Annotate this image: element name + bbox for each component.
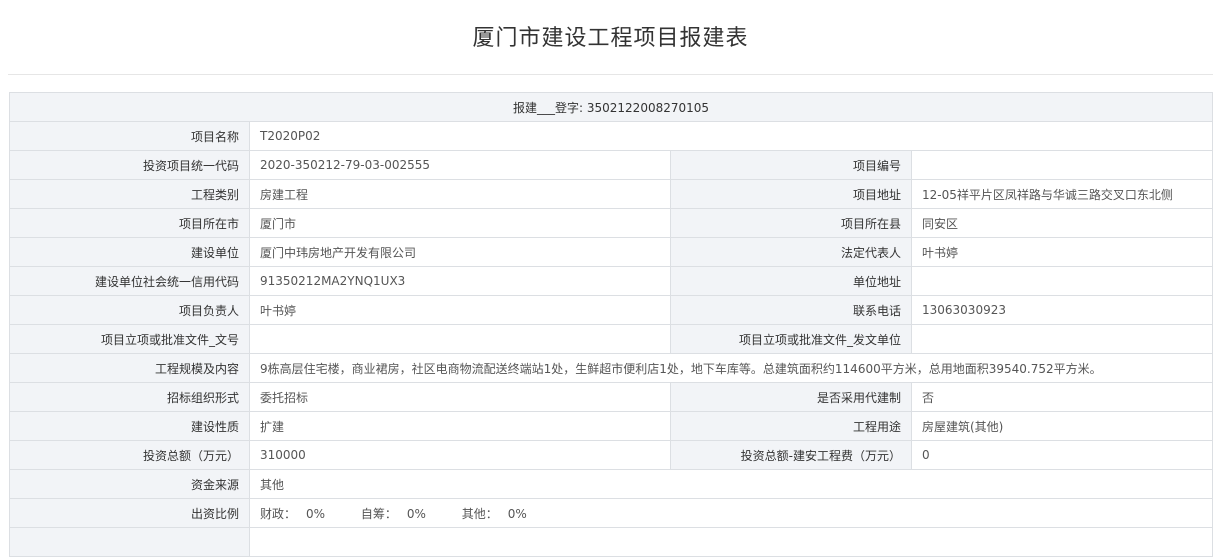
unit-address-label: 单位地址 — [670, 266, 912, 296]
credit-code-value: 91350212MA2YNQ1UX3 — [249, 266, 671, 296]
row-approval-doc: 项目立项或批准文件_文号 项目立项或批准文件_发文单位 — [9, 324, 1214, 354]
row-funding-ratio: 出资比例 财政： 0% 自筹： 0% 其他： 0% — [9, 498, 1214, 528]
row-partial — [9, 527, 1214, 557]
bidding-form-value: 委托招标 — [249, 382, 671, 412]
ratio-fiscal-value: 0% — [306, 506, 326, 521]
registration-form-table: 报建___登字: 3502122008270105 项目名称 T2020P02 … — [8, 92, 1214, 557]
engineering-use-value: 房屋建筑(其他) — [910, 411, 1214, 441]
scale-content-value: 9栋高层住宅楼，商业裙房，社区电商物流配送终端站1处，生鲜超市便利店1处，地下车… — [248, 353, 1214, 383]
total-investment-value: 310000 — [249, 440, 671, 470]
county-label: 项目所在县 — [670, 208, 912, 238]
fund-source-label: 资金来源 — [9, 469, 250, 499]
page-title: 厦门市建设工程项目报建表 — [472, 26, 749, 51]
ratio-self: 自筹： 0% — [361, 505, 436, 522]
phone-label: 联系电话 — [670, 295, 912, 325]
construction-nature-value: 扩建 — [249, 411, 671, 441]
row-construction-unit: 建设单位 厦门中玮房地产开发有限公司 法定代表人 叶书婷 — [9, 237, 1214, 267]
ratio-self-value: 0% — [406, 506, 426, 521]
investment-code-label: 投资项目统一代码 — [9, 150, 250, 180]
bidding-form-label: 招标组织形式 — [9, 382, 250, 412]
credit-code-label: 建设单位社会统一信用代码 — [9, 266, 250, 296]
engineering-category-label: 工程类别 — [9, 179, 250, 209]
engineering-use-label: 工程用途 — [670, 411, 912, 441]
agent-construction-value: 否 — [910, 382, 1214, 412]
approval-issuer-value — [910, 324, 1214, 354]
ratio-fiscal-name: 财政： — [260, 506, 297, 521]
row-investment-code: 投资项目统一代码 2020-350212-79-03-002555 项目编号 — [9, 150, 1214, 180]
county-value: 同安区 — [910, 208, 1214, 238]
approval-issuer-label: 项目立项或批准文件_发文单位 — [670, 324, 912, 354]
investment-code-value: 2020-350212-79-03-002555 — [249, 150, 671, 180]
row-project-leader: 项目负责人 叶书婷 联系电话 13063030923 — [9, 295, 1214, 325]
registration-row: 报建___登字: 3502122008270105 — [8, 92, 1214, 122]
title-divider — [8, 74, 1213, 75]
fund-source-value: 其他 — [248, 469, 1214, 499]
phone-value: 13063030923 — [910, 295, 1214, 325]
project-name-value: T2020P02 — [248, 121, 1214, 151]
row-construction-nature: 建设性质 扩建 工程用途 房屋建筑(其他) — [9, 411, 1214, 441]
ratio-other-name: 其他： — [461, 506, 498, 521]
project-address-label: 项目地址 — [670, 179, 912, 209]
row-city: 项目所在市 厦门市 项目所在县 同安区 — [9, 208, 1214, 238]
legal-rep-label: 法定代表人 — [670, 237, 912, 267]
row-scale-content: 工程规模及内容 9栋高层住宅楼，商业裙房，社区电商物流配送终端站1处，生鲜超市便… — [9, 353, 1214, 383]
row-engineering-category: 工程类别 房建工程 项目地址 12-05祥平片区凤祥路与华诚三路交叉口东北侧 — [9, 179, 1214, 209]
construction-nature-label: 建设性质 — [9, 411, 250, 441]
approval-doc-no-label: 项目立项或批准文件_文号 — [9, 324, 250, 354]
row-credit-code: 建设单位社会统一信用代码 91350212MA2YNQ1UX3 单位地址 — [9, 266, 1214, 296]
unit-address-value — [910, 266, 1214, 296]
ratio-self-name: 自筹： — [360, 506, 397, 521]
registration-label: 报建___登字: — [513, 100, 584, 115]
registration-cell: 报建___登字: 3502122008270105 — [8, 92, 1214, 122]
row-fund-source: 资金来源 其他 — [9, 469, 1214, 499]
funding-ratio-value: 财政： 0% 自筹： 0% 其他： 0% — [248, 498, 1214, 528]
row-total-investment: 投资总额（万元） 310000 投资总额-建安工程费（万元） 0 — [9, 440, 1214, 470]
project-address-value: 12-05祥平片区凤祥路与华诚三路交叉口东北侧 — [910, 179, 1214, 209]
row-bidding-form: 招标组织形式 委托招标 是否采用代建制 否 — [9, 382, 1214, 412]
partial-label — [9, 527, 250, 557]
registration-number: 3502122008270105 — [586, 100, 710, 115]
ratio-other-value: 0% — [507, 506, 527, 521]
installation-cost-label: 投资总额-建安工程费（万元） — [670, 440, 912, 470]
legal-rep-value: 叶书婷 — [910, 237, 1214, 267]
project-leader-value: 叶书婷 — [249, 295, 671, 325]
funding-ratio-label: 出资比例 — [9, 498, 250, 528]
partial-value — [248, 527, 1214, 557]
approval-doc-no-value — [249, 324, 671, 354]
total-investment-label: 投资总额（万元） — [9, 440, 250, 470]
scale-content-label: 工程规模及内容 — [9, 353, 250, 383]
project-number-value — [910, 150, 1214, 180]
installation-cost-value: 0 — [910, 440, 1214, 470]
project-name-label: 项目名称 — [9, 121, 250, 151]
row-project-name: 项目名称 T2020P02 — [9, 121, 1214, 151]
engineering-category-value: 房建工程 — [249, 179, 671, 209]
project-number-label: 项目编号 — [670, 150, 912, 180]
city-value: 厦门市 — [249, 208, 671, 238]
construction-unit-value: 厦门中玮房地产开发有限公司 — [249, 237, 671, 267]
project-leader-label: 项目负责人 — [9, 295, 250, 325]
agent-construction-label: 是否采用代建制 — [670, 382, 912, 412]
construction-unit-label: 建设单位 — [9, 237, 250, 267]
ratio-other: 其他： 0% — [462, 505, 537, 522]
ratio-fiscal: 财政： 0% — [260, 505, 335, 522]
city-label: 项目所在市 — [9, 208, 250, 238]
